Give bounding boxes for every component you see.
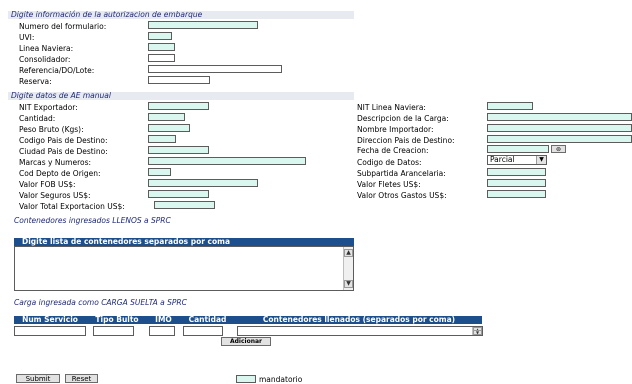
valor-fletes-input[interactable] — [487, 179, 546, 187]
label-peso-bruto: Peso Bruto (Kgs): — [19, 125, 84, 134]
label-nit-linea-naviera: NIT Linea Naviera: — [357, 103, 426, 112]
containers-panel-title: Digite lista de contenedores separados p… — [22, 237, 231, 246]
label-nit-exportador: NIT Exportador: — [19, 103, 78, 112]
contenedores-llenados-input[interactable]: ▲ ▼ — [237, 326, 483, 336]
label-numero-formulario: Numero del formulario: — [19, 22, 107, 31]
label-descripcion-carga: Descripcion de la Carga: — [357, 114, 449, 123]
adicionar-button[interactable]: Adicionar — [221, 337, 271, 346]
label-valor-otros-gastos: Valor Otros Gastos US$: — [357, 191, 447, 200]
imo-input[interactable] — [149, 326, 175, 336]
section-title-llenos: Contenedores ingresados LLENOS a SPRC — [14, 216, 171, 225]
scroll-down-small-icon[interactable]: ▼ — [473, 330, 482, 335]
label-valor-total: Valor Total Exportacion US$: — [19, 202, 125, 211]
label-valor-seguros: Valor Seguros US$: — [19, 191, 91, 200]
label-cantidad: Cantidad: — [19, 114, 56, 123]
peso-bruto-input[interactable] — [148, 124, 190, 132]
chevron-down-icon: ▼ — [536, 156, 546, 164]
ciudad-pais-destino-input[interactable] — [148, 146, 209, 154]
label-subpartida: Subpartida Arancelaria: — [357, 169, 446, 178]
codigo-pais-destino-input[interactable] — [148, 135, 176, 143]
fecha-creacion-input[interactable] — [487, 145, 549, 153]
label-fecha-creacion: Fecha de Creacion: — [357, 146, 429, 155]
reserva-input[interactable] — [148, 76, 210, 84]
section-title-authorization: Digite información de la autorizacion de… — [11, 10, 203, 19]
label-linea-naviera: Linea Naviera: — [19, 44, 74, 53]
contenedores-scrollbar[interactable]: ▲ ▼ — [472, 327, 482, 335]
nombre-importador-input[interactable] — [487, 124, 632, 132]
th-tipo-bulto: Tipo Bulto — [89, 316, 145, 324]
nit-exportador-input[interactable] — [148, 102, 209, 110]
th-cantidad: Cantidad — [182, 316, 233, 324]
calendar-button[interactable]: ⊚ — [551, 145, 566, 153]
label-codigo-datos: Codigo de Datos: — [357, 158, 422, 167]
label-direccion-pais-destino: Direccion Pais de Destino: — [357, 136, 455, 145]
nit-linea-naviera-input[interactable] — [487, 102, 533, 110]
label-valor-fob: Valor FOB US$: — [19, 180, 76, 189]
valor-seguros-input[interactable] — [148, 190, 209, 198]
codigo-datos-value: Parcial — [490, 155, 515, 164]
num-servicio-input[interactable] — [14, 326, 86, 336]
subpartida-input[interactable] — [487, 168, 546, 176]
numero-formulario-input[interactable] — [148, 21, 258, 29]
carga-table-header: Num Servicio Tipo Bulto IMO Cantidad Con… — [14, 316, 482, 324]
label-referencia: Referencia/DO/Lote: — [19, 66, 95, 75]
th-imo: IMO — [148, 316, 179, 324]
label-ciudad-pais-destino: Ciudad Pais de Destino: — [19, 147, 108, 156]
label-reserva: Reserva: — [19, 77, 52, 86]
calendar-icon: ⊚ — [555, 146, 562, 153]
tipo-bulto-input[interactable] — [93, 326, 134, 336]
valor-fob-input[interactable] — [148, 179, 258, 187]
legend-mandatory-swatch — [236, 375, 256, 383]
valor-total-input[interactable] — [154, 201, 215, 209]
linea-naviera-input[interactable] — [148, 43, 175, 51]
scroll-down-icon[interactable]: ▼ — [344, 280, 353, 288]
containers-textarea[interactable]: ▲ ▼ — [14, 246, 354, 291]
reset-button[interactable]: Reset — [65, 374, 98, 383]
label-codigo-pais-destino: Codigo Pais de Destino: — [19, 136, 108, 145]
label-valor-fletes: Valor Fletes US$: — [357, 180, 421, 189]
cod-depto-origen-input[interactable] — [148, 168, 171, 176]
submit-button[interactable]: Submit — [16, 374, 60, 383]
section-title-carga-suelta: Carga ingresada como CARGA SUELTA a SPRC — [14, 298, 187, 307]
th-num-servicio: Num Servicio — [14, 316, 86, 324]
containers-scrollbar[interactable]: ▲ ▼ — [343, 247, 353, 290]
codigo-datos-select[interactable]: Parcial ▼ — [487, 155, 547, 165]
consolidador-input[interactable] — [148, 54, 175, 62]
cantidad-carga-input[interactable] — [183, 326, 223, 336]
label-marcas-numeros: Marcas y Numeros: — [19, 158, 92, 167]
descripcion-carga-input[interactable] — [487, 113, 632, 121]
label-cod-depto-origen: Cod Depto de Origen: — [19, 169, 101, 178]
uvi-input[interactable] — [148, 32, 172, 40]
label-uvi: UVI: — [19, 33, 35, 42]
label-consolidador: Consolidador: — [19, 55, 71, 64]
label-nombre-importador: Nombre Importador: — [357, 125, 434, 134]
th-contenedores: Contenedores llenados (separados por com… — [236, 316, 482, 324]
valor-otros-gastos-input[interactable] — [487, 190, 546, 198]
referencia-input[interactable] — [148, 65, 282, 73]
scroll-up-icon[interactable]: ▲ — [344, 249, 353, 257]
marcas-numeros-input[interactable] — [148, 157, 306, 165]
cantidad-input[interactable] — [148, 113, 185, 121]
containers-panel-header: Digite lista de contenedores separados p… — [14, 238, 354, 246]
section-title-ae-manual: Digite datos de AE manual — [11, 91, 111, 100]
direccion-pais-destino-input[interactable] — [487, 135, 632, 143]
